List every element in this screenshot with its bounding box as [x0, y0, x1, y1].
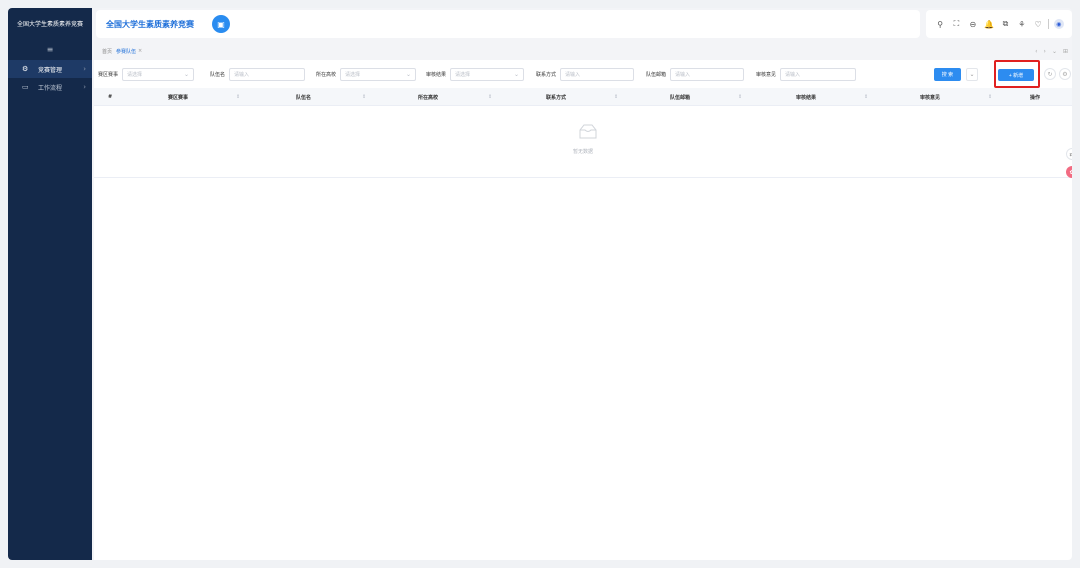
column-region-event[interactable]: 赛区赛事	[168, 88, 188, 106]
input-placeholder: 请输入	[234, 71, 250, 78]
input-placeholder: 请输入	[565, 71, 581, 78]
chevron-right-icon: ›	[83, 83, 86, 91]
grid-icon[interactable]: ⊞	[1063, 48, 1068, 55]
field-label: 审核结果	[426, 71, 447, 78]
field-label: 联系方式	[536, 71, 557, 78]
swap-icon[interactable]: ⇄	[1066, 148, 1072, 160]
feedback-icon[interactable]: ✿	[1066, 166, 1072, 178]
header-toolbar: ⚲ ⛶ ⊖ 🔔 ⧉ ⚘ ♡ ◉	[926, 10, 1072, 38]
app-frame: 全国大学生素质素养竞赛 ≡ ⚙ 竞赛管理 › ▭ 工作流程 › 全国大学生素质素…	[8, 8, 1072, 560]
review-opinion-input[interactable]: 请输入	[780, 67, 857, 81]
tabs-bar: 首页 参赛队伍 × ‹ › ⌄ ⊞	[96, 44, 1072, 58]
column-contact[interactable]: 联系方式	[546, 88, 566, 106]
sidebar-item-label: 竞赛管理	[38, 66, 63, 74]
contact-input[interactable]: 请输入	[560, 67, 635, 81]
field-university: 所在高校 请选择 ⌄	[316, 66, 417, 82]
chevron-down-icon: ⌄	[405, 70, 412, 78]
field-team-email: 队伍邮箱 请输入	[646, 66, 745, 82]
column-team-name[interactable]: 队伍名	[296, 88, 311, 106]
field-review-result: 审核结果 请选择 ⌄	[426, 66, 525, 82]
select-placeholder: 请选择	[455, 71, 471, 78]
empty-text: 暂无数据	[572, 149, 593, 155]
input-placeholder: 请输入	[785, 71, 801, 78]
top-header: 全国大学生素质素养竞赛 ▣	[96, 10, 920, 38]
column-university[interactable]: 所在高校	[418, 88, 438, 106]
column-actions: 操作	[1030, 94, 1041, 101]
field-label: 赛区赛事	[98, 71, 119, 78]
sort-icon[interactable]: ⇕	[738, 88, 742, 106]
column-index: #	[108, 94, 113, 100]
app-title: 全国大学生素质素养竞赛	[106, 19, 194, 29]
sort-icon[interactable]: ⇕	[236, 88, 240, 106]
team-email-input[interactable]: 请输入	[670, 67, 745, 81]
review-result-select[interactable]: 请选择 ⌄	[450, 67, 525, 81]
team-name-input[interactable]: 请输入	[229, 67, 306, 81]
select-placeholder: 请选择	[345, 71, 361, 78]
column-review-result[interactable]: 审核结果	[796, 88, 816, 106]
monitor-icon: ▭	[22, 83, 29, 91]
field-review-opinion: 审核意见 请输入	[756, 66, 857, 82]
tab-label: 参赛队伍	[116, 48, 137, 55]
main-content: 赛区赛事 请选择 ⌄ 队伍名 请输入 所在高校 请选择 ⌄ 审核结果 请选择 ⌄…	[94, 60, 1072, 560]
column-team-email[interactable]: 队伍邮箱	[670, 88, 690, 106]
university-select[interactable]: 请选择 ⌄	[340, 67, 417, 81]
menu-toggle-icon[interactable]: ≡	[8, 38, 92, 60]
app-logo-icon[interactable]: ▣	[212, 15, 230, 33]
refresh-icon[interactable]: ↻	[1044, 68, 1056, 80]
sidebar: 全国大学生素质素养竞赛 ≡ ⚙ 竞赛管理 › ▭ 工作流程 ›	[8, 8, 92, 560]
close-icon[interactable]: ×	[138, 48, 142, 54]
expand-toggle-icon[interactable]: ⌄	[966, 68, 978, 81]
field-label: 队伍邮箱	[646, 71, 667, 78]
tabs-controls: ‹ › ⌄ ⊞	[1035, 48, 1068, 55]
chevron-down-icon: ⌄	[183, 70, 190, 78]
sidebar-item-competition-management[interactable]: ⚙ 竞赛管理 ›	[8, 60, 92, 78]
sidebar-item-label: 工作流程	[38, 84, 63, 92]
chevron-down-icon: ⌄	[513, 70, 520, 78]
theme-icon[interactable]: ⚘	[1016, 20, 1028, 29]
empty-box-icon	[579, 124, 597, 139]
chevron-right-icon[interactable]: ›	[1044, 48, 1046, 55]
search-icon[interactable]: ⚲	[934, 20, 946, 29]
sort-icon[interactable]: ⇕	[988, 88, 992, 106]
settings-icon[interactable]: ⚙	[1059, 68, 1071, 80]
toolbar-divider	[1048, 19, 1050, 29]
select-placeholder: 请选择	[127, 71, 143, 78]
table-header: # 赛区赛事 ⇕ 队伍名 ⇕ 所在高校 ⇕ 联系方式 ⇕ 队伍邮箱 ⇕ 审核结果…	[94, 88, 1072, 106]
tab-home[interactable]: 首页	[102, 48, 112, 55]
sort-icon[interactable]: ⇕	[362, 88, 366, 106]
field-region-event: 赛区赛事 请选择 ⌄	[98, 66, 195, 82]
search-button[interactable]: 搜 索	[934, 68, 961, 81]
add-button[interactable]: + 新增	[998, 69, 1034, 81]
field-team-name: 队伍名 请输入	[210, 66, 306, 82]
column-review-opinion[interactable]: 审核意见	[920, 88, 940, 106]
field-contact: 联系方式 请输入	[536, 66, 635, 82]
table-empty-state: 暂无数据	[94, 106, 1072, 178]
field-label: 所在高校	[316, 71, 337, 78]
chevron-left-icon[interactable]: ‹	[1035, 48, 1037, 55]
sidebar-item-workflow[interactable]: ▭ 工作流程 ›	[8, 78, 92, 96]
avatar[interactable]: ◉	[1053, 19, 1064, 29]
sort-icon[interactable]: ⇕	[614, 88, 618, 106]
shirt-icon[interactable]: ♡	[1032, 20, 1044, 29]
chevron-right-icon: ›	[83, 65, 86, 73]
fullscreen-icon[interactable]: ⛶	[950, 19, 962, 29]
search-form: 赛区赛事 请选择 ⌄ 队伍名 请输入 所在高校 请选择 ⌄ 审核结果 请选择 ⌄…	[94, 60, 1072, 88]
tab-teams[interactable]: 参赛队伍 ×	[116, 48, 142, 55]
zoom-out-icon[interactable]: ⊖	[967, 20, 979, 29]
sort-icon[interactable]: ⇕	[488, 88, 492, 106]
bell-icon[interactable]: 🔔	[983, 20, 995, 29]
sort-icon[interactable]: ⇕	[864, 88, 868, 106]
chevron-down-icon[interactable]: ⌄	[1052, 48, 1057, 55]
region-event-select[interactable]: 请选择 ⌄	[122, 67, 195, 81]
field-label: 审核意见	[756, 71, 777, 78]
copy-icon[interactable]: ⧉	[999, 19, 1011, 29]
gear-icon: ⚙	[22, 65, 29, 73]
input-placeholder: 请输入	[675, 71, 691, 78]
field-label: 队伍名	[210, 71, 226, 78]
sidebar-title: 全国大学生素质素养竞赛	[16, 20, 83, 28]
